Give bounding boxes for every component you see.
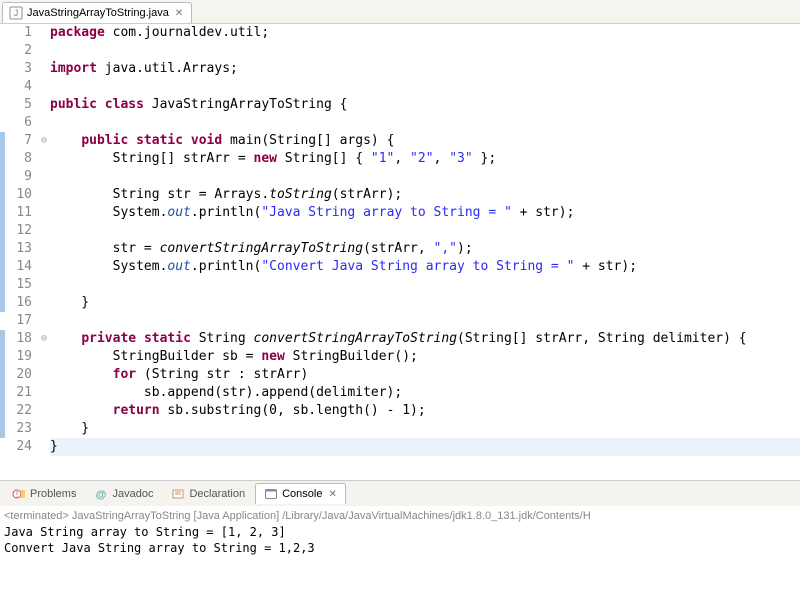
line-number-gutter: 123456789101112131415161718192021222324 bbox=[0, 24, 38, 480]
code-line bbox=[50, 312, 800, 330]
tab-console[interactable]: Console ✕ bbox=[255, 483, 346, 504]
tab-label: Problems bbox=[30, 488, 76, 500]
code-line: for (String str : strArr) bbox=[50, 366, 800, 384]
tab-problems[interactable]: ! Problems bbox=[4, 484, 84, 504]
tab-label: Declaration bbox=[189, 488, 245, 500]
code-line: return sb.substring(0, sb.length() - 1); bbox=[50, 402, 800, 420]
close-icon[interactable]: ✕ bbox=[175, 8, 183, 19]
code-line: str = convertStringArrayToString(strArr,… bbox=[50, 240, 800, 258]
fold-toggle-icon[interactable]: ⊖ bbox=[38, 330, 50, 348]
code-line bbox=[50, 222, 800, 240]
code-line bbox=[50, 276, 800, 294]
code-line: public class JavaStringArrayToString { bbox=[50, 96, 800, 114]
code-line bbox=[50, 168, 800, 186]
editor-tab-bar: J JavaStringArrayToString.java ✕ bbox=[0, 0, 800, 24]
svg-text:!: ! bbox=[16, 490, 18, 499]
close-icon[interactable]: ✕ bbox=[328, 489, 336, 500]
editor-tab-label: JavaStringArrayToString.java bbox=[27, 7, 169, 19]
code-editor[interactable]: 123456789101112131415161718192021222324 … bbox=[0, 24, 800, 480]
code-line bbox=[50, 42, 800, 60]
bottom-view-tab-bar: ! Problems @ Javadoc Declaration Console… bbox=[0, 480, 800, 506]
svg-text:J: J bbox=[14, 8, 19, 18]
fold-column: ⊖⊖ bbox=[38, 24, 50, 480]
tab-declaration[interactable]: Declaration bbox=[163, 484, 253, 504]
console-output-line: Java String array to String = [1, 2, 3] bbox=[4, 524, 796, 540]
console-output-line: Convert Java String array to String = 1,… bbox=[4, 540, 796, 556]
code-line: package com.journaldev.util; bbox=[50, 24, 800, 42]
code-line bbox=[50, 78, 800, 96]
code-line: } bbox=[50, 438, 800, 456]
code-line: public static void main(String[] args) { bbox=[50, 132, 800, 150]
console-view[interactable]: <terminated> JavaStringArrayToString [Ja… bbox=[0, 506, 800, 558]
code-line: String[] strArr = new String[] { "1", "2… bbox=[50, 150, 800, 168]
declaration-icon bbox=[171, 487, 185, 501]
svg-text:@: @ bbox=[96, 489, 107, 501]
problems-icon: ! bbox=[12, 487, 26, 501]
change-ruler bbox=[0, 330, 5, 438]
tab-label: Console bbox=[282, 488, 322, 500]
code-area[interactable]: package com.journaldev.util; import java… bbox=[50, 24, 800, 480]
fold-toggle-icon[interactable]: ⊖ bbox=[38, 132, 50, 150]
code-line: } bbox=[50, 294, 800, 312]
code-line: import java.util.Arrays; bbox=[50, 60, 800, 78]
code-line: System.out.println("Java String array to… bbox=[50, 204, 800, 222]
code-line: sb.append(str).append(delimiter); bbox=[50, 384, 800, 402]
tab-label: Javadoc bbox=[112, 488, 153, 500]
javadoc-icon: @ bbox=[94, 487, 108, 501]
code-line: System.out.println("Convert Java String … bbox=[50, 258, 800, 276]
console-status: <terminated> JavaStringArrayToString [Ja… bbox=[4, 508, 796, 524]
code-line: String str = Arrays.toString(strArr); bbox=[50, 186, 800, 204]
tab-javadoc[interactable]: @ Javadoc bbox=[86, 484, 161, 504]
code-line: } bbox=[50, 420, 800, 438]
change-ruler bbox=[0, 132, 5, 312]
code-line bbox=[50, 114, 800, 132]
editor-tab[interactable]: J JavaStringArrayToString.java ✕ bbox=[2, 2, 192, 23]
console-icon bbox=[264, 487, 278, 501]
java-file-icon: J bbox=[9, 6, 23, 20]
code-line: StringBuilder sb = new StringBuilder(); bbox=[50, 348, 800, 366]
code-line: private static String convertStringArray… bbox=[50, 330, 800, 348]
